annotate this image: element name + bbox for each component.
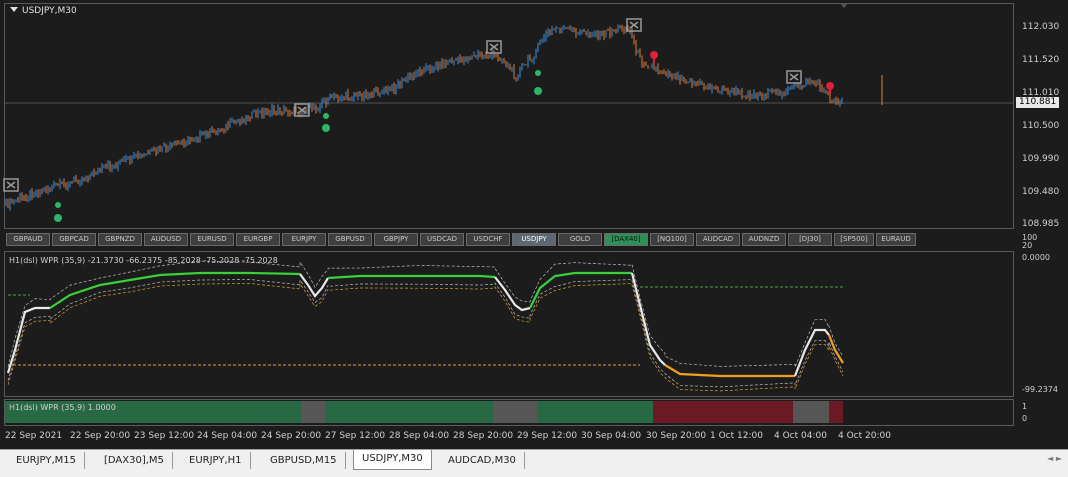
time-label: 4 Oct 20:00	[838, 431, 891, 441]
time-label: 23 Sep 12:00	[134, 431, 195, 441]
symbol-button-usdcad[interactable]: USDCAD	[420, 233, 464, 246]
time-label: 30 Sep 20:00	[646, 431, 707, 441]
wpr-neutral-line	[793, 328, 830, 377]
symbol-bar: GBPAUD GBPCAD GBPNZD AUDUSD EURUSD EURGBP EURJ…	[6, 233, 918, 247]
tab-dax30-m5[interactable]: [DAX30],M5	[96, 452, 173, 469]
symbol-button-audnzd[interactable]: AUDNZD	[742, 233, 786, 246]
wpr-axis-label: 0.0000	[1022, 253, 1050, 262]
time-label: 24 Sep 04:00	[197, 431, 258, 441]
symbol-button-gbpnzd[interactable]: GBPNZD	[98, 233, 142, 246]
buy-signal-dot	[54, 214, 62, 222]
time-label: 22 Sep 20:00	[70, 431, 131, 441]
chart-window: USDJPY,M30 112.030 111.520 111.010 110.5…	[0, 0, 1068, 449]
symbol-button-usdjpy[interactable]: USDJPY	[512, 233, 556, 246]
buy-signal-dot	[322, 124, 330, 132]
time-label: 28 Sep 04:00	[389, 431, 450, 441]
shift-marker-icon[interactable]	[840, 3, 848, 8]
tab-eurjpy-m15[interactable]: EURJPY,M15	[8, 452, 85, 469]
signal-box-icon	[626, 18, 642, 32]
wpr-envelope	[7, 260, 844, 392]
wpr-axis-label: -99.2374	[1022, 385, 1058, 394]
time-label: 29 Sep 12:00	[517, 431, 578, 441]
symbol-button-eurusd[interactable]: EURUSD	[190, 233, 234, 246]
symbol-button-dax40[interactable]: [DAX40]	[604, 233, 648, 246]
histogram-axis-label: 1	[1022, 402, 1028, 411]
time-label: 22 Sep 2021	[5, 431, 63, 441]
symbol-button-sp500[interactable]: [SP500]	[834, 233, 874, 246]
candles	[5, 24, 843, 211]
price-label: 112.030	[1022, 22, 1060, 32]
price-chart[interactable]	[0, 0, 1068, 230]
wpr-down-line	[664, 364, 795, 378]
tab-gbpusd-m15[interactable]: GBPUSD,M15	[262, 452, 346, 469]
symbol-button-gold[interactable]: GOLD	[558, 233, 602, 246]
tab-audcad-m30[interactable]: AUDCAD,M30	[440, 452, 525, 469]
symbol-button-gbpcad[interactable]: GBPCAD	[52, 233, 96, 246]
wpr-indicator-label: H1(dsl) WPR (35,9) -21.3730 -66.2375 -85…	[9, 256, 278, 265]
time-label: 27 Sep 12:00	[325, 431, 386, 441]
price-label: 108.985	[1022, 219, 1060, 229]
histogram-axis-label: 0	[1022, 414, 1028, 423]
symbol-button-audusd[interactable]: AUDUSD	[144, 233, 188, 246]
time-label: 1 Oct 12:00	[710, 431, 763, 441]
symbol-button-gbpaud[interactable]: GBPAUD	[6, 233, 50, 246]
symbol-button-audcad[interactable]: AUDCAD	[696, 233, 740, 246]
tab-usdjpy-m30[interactable]: USDJPY,M30	[353, 450, 432, 470]
signal-box-icon	[3, 178, 19, 192]
chart-title[interactable]: USDJPY,M30	[10, 6, 77, 16]
symbol-button-gbpjpy[interactable]: GBPJPY	[374, 233, 418, 246]
symbol-button-dj30[interactable]: [DJ30]	[788, 233, 832, 246]
time-label: 24 Sep 20:00	[261, 431, 322, 441]
menu-arrow-icon[interactable]	[10, 7, 18, 12]
symbol-button-eurjpy[interactable]: EURJPY	[282, 233, 326, 246]
histogram-bars	[5, 401, 843, 423]
time-label: 30 Sep 04:00	[581, 431, 642, 441]
buy-signal-dot	[535, 70, 541, 76]
wpr-histogram[interactable]	[0, 398, 1068, 428]
tab-scroll-arrows-icon[interactable]: ◄ ►	[1047, 454, 1062, 463]
wpr-axis-label: 20	[1022, 241, 1033, 250]
symbol-button-euraud[interactable]: EURAUD	[876, 233, 916, 246]
tab-eurjpy-h1[interactable]: EURJPY,H1	[181, 452, 251, 469]
wpr-up-line	[327, 274, 496, 280]
wpr-chart[interactable]	[0, 250, 1068, 400]
symbol-button-eurgbp[interactable]: EURGBP	[236, 233, 280, 246]
wpr-histogram-label: H1(dsl) WPR (35,9) 1.0000	[9, 403, 116, 412]
price-label: 109.990	[1022, 154, 1060, 164]
buy-signal-dot	[55, 202, 61, 208]
symbol-button-gbpusd[interactable]: GBPUSD	[328, 233, 372, 246]
buy-signal-dot	[534, 87, 542, 95]
price-label: 110.500	[1022, 121, 1060, 131]
chart-tabs: EURJPY,M15 [DAX30],M5 EURJPY,H1 GBPUSD,M…	[0, 449, 1068, 477]
symbol-button-nq100[interactable]: [NQ100]	[650, 233, 694, 246]
time-label: 4 Oct 04:00	[774, 431, 827, 441]
time-label: 28 Sep 20:00	[453, 431, 514, 441]
symbol-button-usdchf[interactable]: USDCHF	[466, 233, 510, 246]
signal-box-icon	[786, 70, 802, 84]
wpr-up-line	[529, 271, 632, 309]
price-label: 109.480	[1022, 187, 1060, 197]
price-label: 111.520	[1022, 55, 1060, 65]
wpr-up-line	[49, 271, 301, 309]
current-price-label: 110.881	[1016, 97, 1060, 108]
buy-signal-dot	[323, 113, 329, 119]
